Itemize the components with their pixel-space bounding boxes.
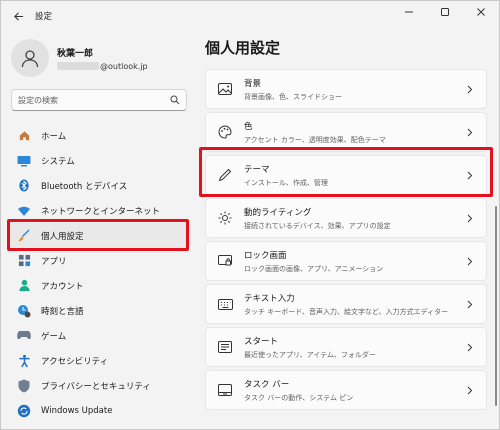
sidebar-item-windows-update[interactable]: Windows Update (7, 398, 191, 423)
chevron-right-icon (464, 83, 476, 95)
network-icon (17, 204, 31, 218)
bluetooth-icon (17, 179, 31, 193)
highlight-box-themes (199, 147, 493, 197)
nav-list: ホーム システム Bluetooth とデバイス ネットワークとインターネット (7, 123, 191, 423)
minimize-button[interactable] (391, 1, 427, 23)
card-subtitle: タッチ キーボード、音声入力、絵文字など、入力方式エディター (244, 307, 449, 316)
card-colors[interactable]: 色 アクセント カラー、透明度効果、配色テーマ (205, 112, 487, 152)
sidebar-item-time-language[interactable]: 時刻と言語 (7, 298, 191, 323)
sidebar-item-label: アクセシビリティ (41, 356, 109, 367)
email-redacted (57, 62, 99, 70)
card-subtitle: ロック画面の画像、アプリ、アニメーション (244, 264, 384, 273)
home-icon (17, 129, 31, 143)
close-icon (477, 8, 485, 16)
chevron-right-icon (464, 212, 476, 224)
card-subtitle: 背景画像、色、スライドショー (244, 92, 342, 101)
card-title: テキスト入力 (244, 293, 295, 304)
shield-icon (17, 379, 31, 393)
maximize-button[interactable] (427, 1, 463, 23)
main-panel: 個人用設定 背景 背景画像、色、スライドショー 色 アクセント カラー、透明度効… (197, 31, 499, 429)
sidebar-item-accessibility[interactable]: アクセシビリティ (7, 348, 191, 373)
sidebar-item-label: プライバシーとセキュリティ (41, 381, 151, 392)
minimize-icon (405, 11, 413, 13)
user-profile[interactable]: 秋葉一郎 @outlook.jp (11, 39, 148, 77)
chevron-right-icon (464, 384, 476, 396)
account-icon (17, 279, 31, 293)
settings-list: 背景 背景画像、色、スライドショー 色 アクセント カラー、透明度効果、配色テー… (205, 69, 487, 413)
back-button[interactable] (5, 3, 31, 29)
gaming-icon (17, 329, 31, 343)
update-icon (17, 404, 31, 418)
search-placeholder: 設定の検索 (18, 95, 58, 105)
email-domain: @outlook.jp (100, 61, 148, 71)
sidebar-item-label: ネットワークとインターネット (41, 206, 161, 217)
card-title: 動的ライティング (244, 207, 312, 218)
system-icon (17, 154, 31, 168)
person-icon (21, 50, 39, 68)
sidebar-item-home[interactable]: ホーム (7, 123, 191, 148)
card-title: タスク バー (244, 379, 290, 390)
maximize-icon (441, 8, 449, 16)
window-title: 設定 (35, 12, 53, 22)
image-icon (216, 80, 234, 98)
sidebar: 秋葉一郎 @outlook.jp 設定の検索 ホーム システム Bluetoot… (1, 31, 197, 429)
chevron-right-icon (464, 341, 476, 353)
sidebar-item-apps[interactable]: アプリ (7, 248, 191, 273)
chevron-right-icon (464, 298, 476, 310)
sidebar-item-label: ゲーム (41, 331, 67, 342)
card-subtitle: アクセント カラー、透明度効果、配色テーマ (244, 135, 386, 144)
sun-icon (216, 209, 234, 227)
time-language-icon (17, 304, 31, 318)
search-icon (170, 95, 180, 105)
sidebar-item-label: システム (41, 156, 75, 167)
chevron-right-icon (464, 255, 476, 267)
chevron-right-icon (464, 126, 476, 138)
sidebar-item-label: Windows Update (41, 405, 113, 416)
card-lock-screen[interactable]: ロック画面 ロック画面の画像、アプリ、アニメーション (205, 241, 487, 281)
taskbar-icon (216, 381, 234, 399)
card-title: スタート (244, 336, 279, 347)
close-button[interactable] (463, 1, 499, 23)
card-title: 色 (244, 121, 253, 132)
search-input[interactable]: 設定の検索 (11, 89, 187, 111)
sidebar-item-label: 時刻と言語 (41, 306, 84, 317)
lock-screen-icon (216, 252, 234, 270)
sidebar-item-label: アプリ (41, 256, 67, 267)
card-dynamic-lighting[interactable]: 動的ライティング 接続されているデバイス、効果、アプリの設定 (205, 198, 487, 238)
card-background[interactable]: 背景 背景画像、色、スライドショー (205, 69, 487, 109)
profile-name: 秋葉一郎 (57, 48, 94, 59)
avatar (11, 39, 49, 77)
sidebar-item-gaming[interactable]: ゲーム (7, 323, 191, 348)
card-taskbar[interactable]: タスク バー タスク バーの動作、システム ピン (205, 370, 487, 410)
card-subtitle: タスク バーの動作、システム ピン (244, 393, 354, 402)
scrollbar[interactable] (495, 206, 497, 406)
sidebar-item-system[interactable]: システム (7, 148, 191, 173)
card-subtitle: 接続されているデバイス、効果、アプリの設定 (244, 221, 391, 230)
start-icon (216, 338, 234, 356)
keyboard-icon (216, 295, 234, 313)
card-title: ロック画面 (244, 250, 287, 261)
sidebar-item-label: ホーム (41, 131, 67, 142)
sidebar-item-label: Bluetooth とデバイス (41, 181, 128, 192)
accessibility-icon (17, 354, 31, 368)
card-subtitle: 最近使ったアプリ、アイテム、フォルダー (244, 350, 376, 359)
back-arrow-icon (13, 11, 23, 21)
card-start[interactable]: スタート 最近使ったアプリ、アイテム、フォルダー (205, 327, 487, 367)
title-bar: 設定 (1, 1, 499, 31)
palette-icon (216, 123, 234, 141)
sidebar-item-bluetooth[interactable]: Bluetooth とデバイス (7, 173, 191, 198)
highlight-box-personalization (7, 219, 189, 251)
apps-icon (17, 254, 31, 268)
profile-email: @outlook.jp (57, 62, 148, 71)
card-text-input[interactable]: テキスト入力 タッチ キーボード、音声入力、絵文字など、入力方式エディター (205, 284, 487, 324)
page-title: 個人用設定 (205, 39, 281, 57)
sidebar-item-privacy-security[interactable]: プライバシーとセキュリティ (7, 373, 191, 398)
card-title: 背景 (244, 78, 262, 89)
sidebar-item-label: アカウント (41, 281, 84, 292)
sidebar-item-accounts[interactable]: アカウント (7, 273, 191, 298)
window-controls (391, 1, 499, 23)
settings-window: 設定 秋葉一郎 @outlook.jp 設定の検索 ホーム システム Bluet… (0, 0, 500, 430)
